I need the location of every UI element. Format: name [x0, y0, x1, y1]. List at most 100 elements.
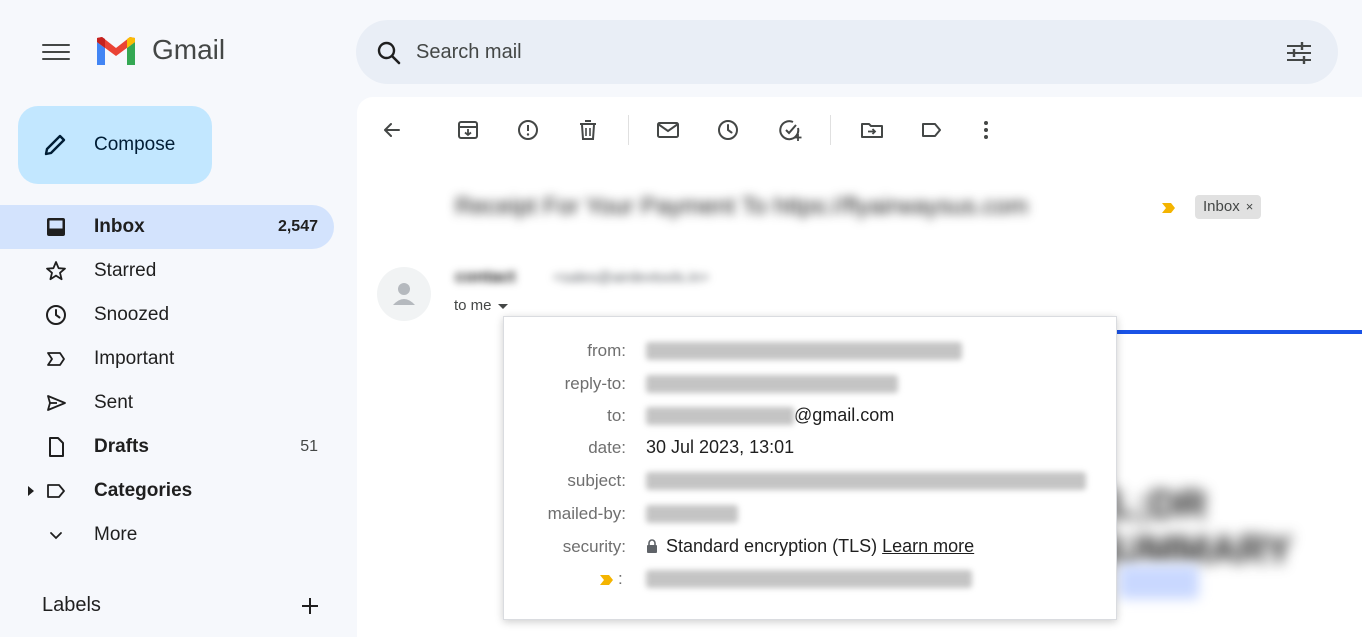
- compose-button[interactable]: Compose: [18, 106, 212, 184]
- sidebar-item-label: Categories: [94, 480, 193, 501]
- sidebar-item-label: Sent: [94, 392, 134, 413]
- chip-label: Inbox: [1203, 198, 1240, 215]
- app-name[interactable]: Gmail: [152, 34, 225, 66]
- sidebar-item-label: Inbox: [94, 216, 145, 237]
- details-value: [646, 568, 972, 589]
- mark-unread-icon[interactable]: [655, 117, 681, 143]
- label-icon: [47, 484, 65, 498]
- back-arrow-icon[interactable]: [379, 117, 405, 143]
- archive-icon[interactable]: [455, 117, 481, 143]
- sidebar-nav: Inbox 2,547 Starred Snoozed Important Se…: [0, 205, 340, 557]
- sidebar-item-label: Important: [94, 348, 175, 369]
- search-icon[interactable]: [376, 40, 402, 66]
- caret-down-icon: [497, 303, 508, 309]
- details-value: [646, 340, 962, 361]
- send-icon: [47, 395, 66, 411]
- details-row-date: date: 30 Jul 2023, 13:01: [504, 432, 1118, 464]
- details-row-from: from:: [504, 335, 1118, 367]
- sidebar-item-snoozed[interactable]: Snoozed: [0, 293, 334, 337]
- compose-label: Compose: [94, 134, 176, 155]
- labels-heading: Labels: [42, 594, 101, 616]
- report-spam-icon[interactable]: [515, 117, 541, 143]
- redacted-value: [646, 342, 962, 361]
- details-row-replyto: reply-to:: [504, 368, 1118, 400]
- details-row-subject: subject:: [504, 465, 1118, 497]
- expand-caret-icon[interactable]: [28, 486, 34, 496]
- details-row-to: to: @gmail.com: [504, 400, 1118, 432]
- add-label-icon[interactable]: [298, 594, 322, 618]
- sidebar-item-label: Drafts: [94, 436, 149, 457]
- toolbar-divider: [830, 115, 831, 145]
- message-details-popup: from: reply-to: to: @gmail.com date: 30 …: [503, 316, 1117, 620]
- details-value: 30 Jul 2023, 13:01: [646, 437, 795, 457]
- add-to-tasks-icon[interactable]: [777, 117, 803, 143]
- details-key: mailed-by:: [547, 504, 626, 523]
- email-subject: Receipt For Your Payment To https://flya…: [455, 193, 1029, 220]
- search-options-icon[interactable]: [1284, 38, 1314, 68]
- redacted-value: [646, 570, 972, 589]
- details-value: [646, 373, 898, 394]
- remove-label-button[interactable]: ×: [1246, 195, 1254, 219]
- clock-icon: [46, 305, 66, 325]
- sidebar-item-important[interactable]: Important: [0, 337, 334, 381]
- sidebar-item-label: More: [94, 524, 138, 545]
- inbox-label-chip: Inbox ×: [1195, 195, 1262, 219]
- sidebar-item-starred[interactable]: Starred: [0, 249, 334, 293]
- lock-icon: [647, 539, 657, 553]
- delete-icon[interactable]: [575, 117, 601, 143]
- important-icon: [47, 352, 65, 366]
- sidebar-item-categories[interactable]: Categories: [0, 469, 334, 513]
- importance-marker-icon[interactable]: [1160, 200, 1178, 216]
- inbox-icon: [47, 218, 65, 236]
- email-body-banner: [1117, 330, 1362, 334]
- sender-name[interactable]: contact: [455, 267, 515, 287]
- draft-icon: [49, 437, 64, 457]
- email-body-button[interactable]: [1119, 565, 1199, 599]
- star-icon: [46, 261, 66, 281]
- person-icon: [393, 283, 415, 305]
- learn-more-link[interactable]: Learn more: [882, 536, 974, 556]
- app-header: Gmail: [0, 0, 1362, 100]
- details-key: from:: [587, 341, 626, 360]
- more-options-icon[interactable]: [973, 117, 999, 143]
- pencil-icon: [44, 134, 66, 156]
- details-value: [646, 470, 1086, 491]
- redacted-value: [646, 407, 794, 426]
- details-key: subject:: [567, 471, 626, 490]
- security-text: Standard encryption (TLS): [666, 536, 878, 556]
- redacted-value: [646, 505, 738, 524]
- details-row-importance: :: [504, 563, 1118, 595]
- main-menu-icon[interactable]: [42, 40, 70, 64]
- redacted-value: [646, 375, 898, 394]
- details-row-mailedby: mailed-by:: [504, 498, 1118, 530]
- unread-count: 2,547: [277, 218, 318, 235]
- sidebar-item-label: Snoozed: [94, 304, 170, 325]
- email-domain: @gmail.com: [794, 405, 895, 425]
- move-to-icon[interactable]: [859, 117, 885, 143]
- toolbar-divider: [628, 115, 629, 145]
- colon-label: :: [618, 569, 623, 588]
- details-key: security:: [562, 537, 626, 556]
- chevron-down-icon: [50, 532, 62, 540]
- redacted-value: [646, 472, 1086, 491]
- email-body-heading: TL;DR SUMMARY: [1087, 483, 1293, 572]
- to-me-label: to me: [454, 297, 492, 314]
- drafts-count: 51: [300, 438, 318, 455]
- details-value: [646, 503, 738, 524]
- snooze-icon[interactable]: [715, 117, 741, 143]
- sidebar-item-inbox[interactable]: Inbox 2,547: [0, 205, 334, 249]
- importance-marker-icon: [600, 575, 613, 585]
- sidebar-item-sent[interactable]: Sent: [0, 381, 334, 425]
- label-as-icon[interactable]: [919, 117, 945, 143]
- sender-avatar: [377, 267, 431, 321]
- details-row-security: security: Standard encryption (TLS) Lear…: [504, 531, 1118, 563]
- sidebar-item-drafts[interactable]: Drafts 51: [0, 425, 334, 469]
- recipient-details-toggle[interactable]: to me: [454, 297, 508, 314]
- search-input[interactable]: [416, 36, 1256, 68]
- details-key: date:: [588, 438, 626, 457]
- search-bar[interactable]: [356, 20, 1338, 84]
- details-key: :: [598, 569, 628, 589]
- gmail-logo-icon[interactable]: [94, 34, 138, 68]
- sender-email: <sales@airdevtools.in>: [553, 269, 710, 286]
- sidebar-item-more[interactable]: More: [0, 513, 334, 557]
